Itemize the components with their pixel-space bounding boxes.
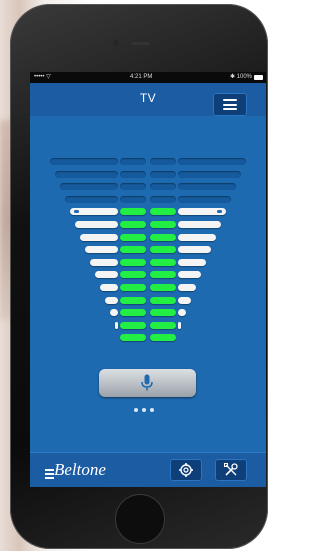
- eq-band-mid-left: [120, 208, 146, 216]
- earpiece-speaker: [132, 42, 150, 45]
- eq-band-right: [178, 246, 211, 254]
- eq-band-right: [178, 321, 181, 329]
- eq-band-mid-right: [150, 321, 176, 329]
- eq-band-left: [65, 195, 118, 203]
- page-dot: [142, 408, 146, 412]
- page-indicator[interactable]: [134, 408, 162, 414]
- eq-band-mid-left: [120, 309, 146, 317]
- eq-band-mid-left: [120, 334, 146, 342]
- eq-band-left: [95, 271, 118, 279]
- eq-band-left: [55, 170, 118, 178]
- eq-band-mid-left: [120, 271, 146, 279]
- eq-band-right: [178, 233, 216, 241]
- eq-band-left: [90, 258, 118, 266]
- eq-band-right: [178, 296, 191, 304]
- eq-band-right: [178, 170, 241, 178]
- eq-band-mid-left: [120, 233, 146, 241]
- settings-button[interactable]: [170, 459, 202, 481]
- app-screen: ••••• ▽ 4:21 PM ✱ 100% TV Beltone: [30, 72, 266, 487]
- eq-band-left: [115, 321, 118, 329]
- eq-band-right: [178, 309, 186, 317]
- eq-band-mid-right: [150, 183, 176, 191]
- front-camera: [113, 40, 119, 46]
- home-button[interactable]: [115, 494, 165, 544]
- eq-band-left: [50, 158, 118, 165]
- eq-band-mid-right: [150, 258, 176, 266]
- eq-band-right: [178, 271, 201, 279]
- hamburger-icon: [223, 99, 237, 101]
- tools-icon: [224, 463, 238, 476]
- brand-logo: Beltone: [54, 460, 106, 479]
- hamburger-icon-line: [223, 108, 237, 110]
- eq-band-mid-left: [120, 183, 146, 191]
- eq-band-mid-right: [150, 158, 176, 165]
- eq-band-right: [178, 258, 206, 266]
- status-time: 4:21 PM: [130, 74, 153, 80]
- eq-band-mid-right: [150, 170, 176, 178]
- eq-band-right: [178, 284, 196, 291]
- eq-band-mid-left: [120, 284, 146, 291]
- eq-band-mid-right: [150, 195, 176, 203]
- signal-indicator: ••••• ▽: [34, 74, 51, 80]
- eq-band-left: [110, 309, 118, 317]
- eq-band-left: [80, 233, 118, 241]
- menu-button[interactable]: [213, 93, 247, 116]
- eq-band-left: [100, 284, 118, 291]
- eq-band-mid-left: [120, 158, 146, 165]
- eq-band-left: [75, 221, 118, 228]
- eq-band-mid-left: [120, 296, 146, 304]
- eq-band-mid-right: [150, 309, 176, 317]
- eq-band-left: [85, 246, 118, 254]
- eq-band-left: [105, 296, 118, 304]
- eq-band-mid-left: [120, 258, 146, 266]
- microphone-button[interactable]: [99, 369, 196, 397]
- page-dot: [150, 408, 154, 412]
- eq-band-right: [178, 158, 246, 165]
- eq-band-mid-left: [120, 170, 146, 178]
- battery-percent: ✱ 100%: [229, 74, 252, 80]
- tools-button[interactable]: [215, 459, 247, 481]
- eq-band-mid-left: [120, 221, 146, 228]
- eq-band-mid-right: [150, 221, 176, 228]
- gear-icon: [179, 463, 193, 477]
- eq-band-right: [178, 195, 231, 203]
- eq-band-left: [60, 183, 118, 191]
- eq-band-mid-right: [150, 246, 176, 254]
- hamburger-icon-line: [223, 103, 237, 106]
- page-dot: [134, 408, 138, 412]
- eq-band-right: [178, 221, 221, 228]
- eq-band-mid-right: [150, 296, 176, 304]
- eq-band-mid-right: [150, 233, 176, 241]
- eq-band-mid-right: [150, 271, 176, 279]
- eq-band-mid-right: [150, 208, 176, 216]
- status-bar: ••••• ▽ 4:21 PM ✱ 100%: [30, 72, 266, 83]
- eq-band-mid-left: [120, 195, 146, 203]
- microphone-icon: [141, 374, 153, 391]
- eq-band-right: [178, 183, 236, 191]
- eq-band-mid-right: [150, 334, 176, 342]
- footer-bar: Beltone: [30, 452, 266, 487]
- eq-band-mid-right: [150, 284, 176, 291]
- eq-band-mid-left: [120, 246, 146, 254]
- eq-band-mid-left: [120, 321, 146, 329]
- header-bar: TV: [30, 83, 266, 116]
- battery-icon: [254, 75, 263, 80]
